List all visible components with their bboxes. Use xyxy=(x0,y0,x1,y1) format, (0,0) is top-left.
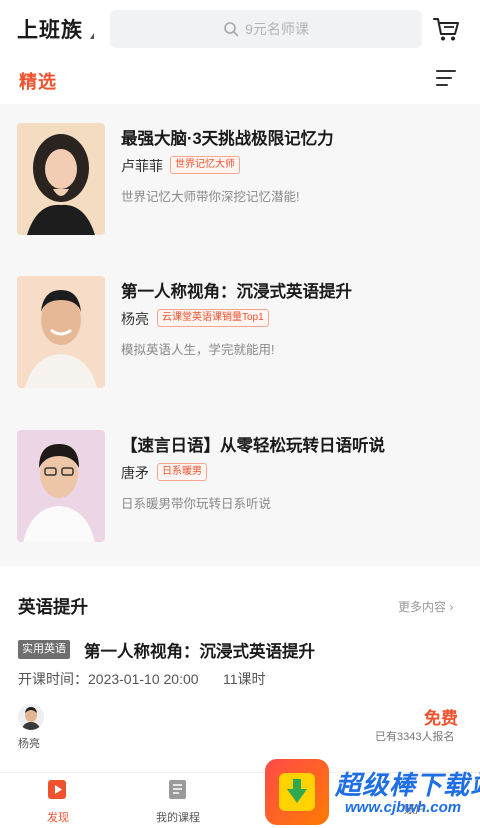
search-icon xyxy=(224,22,239,37)
section-teacher-name: 杨亮 xyxy=(18,738,40,750)
menu-icon[interactable] xyxy=(436,70,458,88)
course-thumbnail xyxy=(17,430,105,542)
watermark: 超级棒下载站 www.cjbwh.com xyxy=(263,757,480,828)
teacher-name: 唐矛 xyxy=(121,465,149,481)
enrolled-count: 已有3343人报名 xyxy=(375,731,455,743)
tab-featured[interactable]: 精选 xyxy=(19,68,57,94)
lesson-count: 11课时 xyxy=(223,671,266,687)
course-thumbnail xyxy=(17,276,105,388)
watermark-text: 超级棒下载站 xyxy=(335,770,480,800)
course-description: 模拟英语人生，学完就能用! xyxy=(121,343,275,357)
english-section: 英语提升 更多内容 › 实用英语 第一人称视角：沉浸式英语提升 开课时间：202… xyxy=(0,582,480,772)
course-title: 最强大脑·3天挑战极限记忆力 xyxy=(121,130,334,148)
price-label: 免费 xyxy=(424,709,458,728)
teacher-badge: 世界记忆大师 xyxy=(170,156,240,174)
more-link[interactable]: 更多内容 › xyxy=(398,598,453,615)
teacher-badge: 云课堂英语课销量Top1 xyxy=(157,309,269,327)
caret-down-icon[interactable] xyxy=(90,33,94,39)
course-description: 日系暖男带你玩转日系听说 xyxy=(121,497,272,511)
watermark-logo-icon xyxy=(265,759,329,825)
discover-icon xyxy=(48,780,66,799)
teacher-name: 卢菲菲 xyxy=(121,158,163,174)
teacher-name: 杨亮 xyxy=(121,311,149,327)
nav-my-courses[interactable]: 我的课程 xyxy=(156,779,200,825)
watermark-url: www.cjbwh.com xyxy=(345,799,462,816)
book-icon xyxy=(169,780,186,799)
category-tabs: 精选 xyxy=(0,60,480,104)
category-tag: 实用英语 xyxy=(18,640,70,659)
course-list: 最强大脑·3天挑战极限记忆力 卢菲菲 世界记忆大师 世界记忆大师带你深挖记忆潜能… xyxy=(0,104,480,566)
section-course-title[interactable]: 第一人称视角：沉浸式英语提升 xyxy=(84,638,315,662)
course-card[interactable]: 最强大脑·3天挑战极限记忆力 卢菲菲 世界记忆大师 世界记忆大师带你深挖记忆潜能… xyxy=(17,123,465,235)
search-input[interactable]: 9元名师课 xyxy=(110,10,422,48)
city-selector[interactable]: 上班族 xyxy=(17,14,83,44)
nav-discover[interactable]: 发现 xyxy=(46,779,70,825)
start-time: 开课时间：2023-01-10 20:00 xyxy=(18,671,199,687)
top-bar: 上班族 9元名师课 xyxy=(0,0,480,60)
course-card[interactable]: 【速言日语】从零轻松玩转日语听说 唐矛 日系暖男 日系暖男带你玩转日系听说 xyxy=(17,430,465,542)
course-card[interactable]: 第一人称视角：沉浸式英语提升 杨亮 云课堂英语课销量Top1 模拟英语人生，学完… xyxy=(17,276,465,388)
section-title: 英语提升 xyxy=(18,597,88,617)
chevron-right-icon: › xyxy=(449,600,454,614)
search-placeholder: 9元名师课 xyxy=(245,21,309,37)
course-title: 【速言日语】从零轻松玩转日语听说 xyxy=(121,437,385,455)
nav-my-courses-label: 我的课程 xyxy=(156,812,200,824)
cart-icon[interactable] xyxy=(432,16,460,42)
teacher-badge: 日系暖男 xyxy=(157,463,207,481)
course-description: 世界记忆大师带你深挖记忆潜能! xyxy=(121,190,300,204)
course-thumbnail xyxy=(17,123,105,235)
more-label: 更多内容 xyxy=(398,600,447,614)
nav-discover-label: 发现 xyxy=(47,812,69,824)
avatar xyxy=(18,704,44,730)
course-title: 第一人称视角：沉浸式英语提升 xyxy=(121,283,352,301)
